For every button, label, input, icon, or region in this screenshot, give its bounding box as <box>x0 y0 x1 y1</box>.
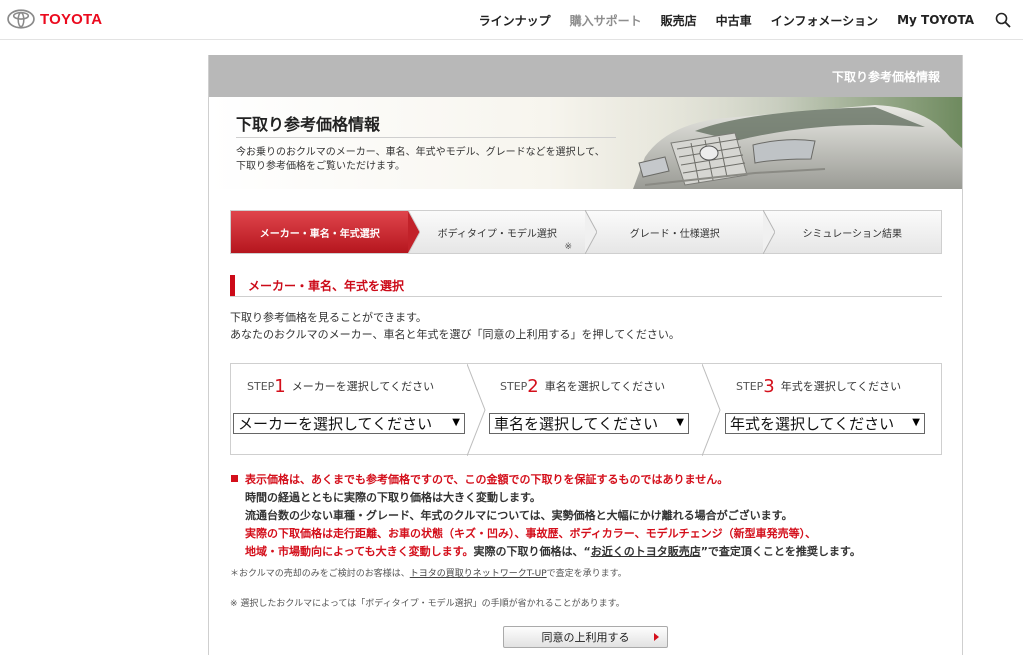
step-3-word: STEP <box>736 380 764 393</box>
car-name-select[interactable]: 車名を選択してください ▼ <box>489 413 689 434</box>
tup-note: ＊おクルマの売却のみをご検討のお客様は、トヨタの買取りネットワークT-UPで査定… <box>230 566 627 579</box>
step-2-number: 2 <box>527 376 539 397</box>
intro-text: 下取り参考価格を見ることができます。 あなたのおクルマのメーカー、車名と年式を選… <box>230 309 680 343</box>
global-header: TOYOTA ラインナップ 購入サポート 販売店 中古車 インフォメーション M… <box>0 0 1023 40</box>
tup-note-tail: で査定を承ります。 <box>546 569 627 579</box>
agree-button-label: 同意の上利用する <box>541 631 630 644</box>
process-step-2-label: ボディタイプ・モデル選択 <box>437 228 557 240</box>
arrow-right-icon <box>654 633 659 641</box>
nav-my-toyota[interactable]: My TOYOTA <box>897 13 974 27</box>
step-1-word: STEP <box>247 380 275 393</box>
intro-line-1: 下取り参考価格を見ることができます。 <box>230 311 427 324</box>
nearby-dealer-link[interactable]: お近くのトヨタ販売店 <box>591 545 701 558</box>
step-skip-note: ※ 選択したおクルマによっては「ボディタイプ・モデル選択」の手順が省かれることが… <box>230 599 625 609</box>
step-chevron <box>585 210 597 254</box>
hero-banner: 下取り参考価格情報 今お乗りのおクルマのメーカー、車名、年式やモデル、グレードな… <box>209 97 962 189</box>
notice-line-5-red: 地域・市場動向によっても大きく変動します。 <box>245 545 474 558</box>
toyota-emblem-icon <box>7 9 35 29</box>
process-step-1: メーカー・車名・年式選択 <box>231 210 420 254</box>
process-step-3: グレード・仕様選択 <box>586 210 775 254</box>
nav-used-cars[interactable]: 中古車 <box>716 12 752 29</box>
notices: 表示価格は、あくまでも参考価格ですので、この金額での下取りを保証するものではあり… <box>231 471 951 561</box>
step-3-number: 3 <box>763 376 775 397</box>
section-heading: メーカー・車名、年式を選択 <box>230 275 942 297</box>
notice-line-5: 地域・市場動向によっても大きく変動します。実際の下取り価格は、“お近くのトヨタ販… <box>231 543 951 561</box>
dropdown-caret-icon: ▼ <box>912 417 920 428</box>
section-mark <box>230 275 235 296</box>
notice-line-1-text: 表示価格は、あくまでも参考価格ですので、この金額での下取りを保証するものではあり… <box>245 473 729 486</box>
notice-line-5-tail: ”で査定頂くことを推奨します。 <box>700 545 861 558</box>
step-3-text: 年式を選択してください <box>780 380 902 393</box>
process-step-3-label: グレード・仕様選択 <box>629 228 720 240</box>
hero-description: 今お乗りのおクルマのメーカー、車名、年式やモデル、グレードなどを選択して、 下取… <box>236 146 636 174</box>
frame-bar-title: 下取り参考価格情報 <box>831 69 940 84</box>
step-1-text: メーカーを選択してください <box>291 380 435 393</box>
process-step-2-note: ※ <box>564 242 572 252</box>
step-separator <box>702 364 721 456</box>
process-step-2: ボディタイプ・モデル選択 ※ <box>409 210 597 254</box>
global-nav: ラインナップ 購入サポート 販売店 中古車 インフォメーション My TOYOT… <box>479 0 1023 40</box>
agree-button[interactable]: 同意の上利用する <box>503 626 668 648</box>
process-step-4-label: シミュレーション結果 <box>802 228 903 240</box>
notice-line-2: 時間の経過とともに実際の下取り価格は大きく変動します。 <box>245 491 541 504</box>
nav-dealers[interactable]: 販売店 <box>661 12 697 29</box>
model-year-select-value: 年式を選択してください <box>730 415 895 433</box>
toyota-logo[interactable]: TOYOTA <box>7 8 102 30</box>
process-steps: メーカー・車名・年式選択 ボディタイプ・モデル選択 ※ グレード・仕様選択 シミ… <box>230 210 942 254</box>
nav-purchase-support[interactable]: 購入サポート <box>570 12 642 29</box>
hero-desc-line-2: 下取り参考価格をご覧いただけます。 <box>236 161 405 172</box>
notice-line-3: 流通台数の少ない車種・グレード、年式のクルマについては、実勢価格と大幅にかけ離れ… <box>245 509 793 522</box>
step-3-label: STEP3 年式を選択してください <box>736 376 901 397</box>
page-title: 下取り参考価格情報 <box>236 115 381 134</box>
step-1-number: 1 <box>274 376 286 397</box>
dropdown-caret-icon: ▼ <box>676 417 684 428</box>
nav-information[interactable]: インフォメーション <box>771 12 878 29</box>
intro-line-2: あなたのおクルマのメーカー、車名と年式を選び「同意の上利用する」を押してください… <box>230 328 680 341</box>
selector-step-3: STEP3 年式を選択してください 年式を選択してください ▼ <box>721 364 943 456</box>
model-year-select[interactable]: 年式を選択してください ▼ <box>725 413 925 434</box>
brand-name: TOYOTA <box>40 10 103 28</box>
section-title: メーカー・車名、年式を選択 <box>248 279 405 293</box>
maker-select-value: メーカーを選択してください <box>238 415 433 433</box>
selector-step-2: STEP2 車名を選択してください 車名を選択してください ▼ <box>486 364 718 456</box>
frame-title-bar: 下取り参考価格情報 <box>209 55 962 97</box>
search-icon[interactable] <box>995 12 1011 28</box>
nav-lineup[interactable]: ラインナップ <box>479 12 551 29</box>
step-1-label: STEP1 メーカーを選択してください <box>247 376 434 397</box>
car-image <box>625 97 962 189</box>
maker-select[interactable]: メーカーを選択してください ▼ <box>233 413 465 434</box>
hero-desc-line-1: 今お乗りのおクルマのメーカー、車名、年式やモデル、グレードなどを選択して、 <box>236 147 605 158</box>
notice-bullet-icon <box>231 475 238 482</box>
notice-line-4: 実際の下取価格は走行距離、お車の状態（キズ・凹み）、事故歴、ボディカラー、モデル… <box>245 527 817 540</box>
step-chevron <box>762 210 775 254</box>
step-2-text: 車名を選択してください <box>544 380 666 393</box>
dropdown-caret-icon: ▼ <box>452 417 460 428</box>
content-frame: 下取り参考価格情報 下取り参考価格情報 今お乗りのおクルマのメーカー、車名、年式… <box>208 55 963 655</box>
step-separator <box>467 364 486 456</box>
car-name-select-value: 車名を選択してください <box>494 415 659 433</box>
tup-note-text: ＊おクルマの売却のみをご検討のお客様は、 <box>230 569 410 579</box>
vehicle-selector: STEP1 メーカーを選択してください メーカーを選択してください ▼ STEP2… <box>230 363 943 456</box>
step-2-word: STEP <box>500 380 528 393</box>
notice-line-5-text: 実際の下取り価格は、“ <box>473 545 591 558</box>
tup-link[interactable]: トヨタの買取りネットワークT-UP <box>410 569 547 579</box>
selector-step-1: STEP1 メーカーを選択してください メーカーを選択してください ▼ <box>231 364 477 456</box>
step-chevron <box>407 210 420 254</box>
step-2-label: STEP2 車名を選択してください <box>500 376 665 397</box>
hero-divider <box>236 137 616 138</box>
process-step-1-label: メーカー・車名・年式選択 <box>259 228 380 240</box>
notice-line-1: 表示価格は、あくまでも参考価格ですので、この金額での下取りを保証するものではあり… <box>231 471 951 489</box>
process-step-4: シミュレーション結果 <box>764 211 942 253</box>
